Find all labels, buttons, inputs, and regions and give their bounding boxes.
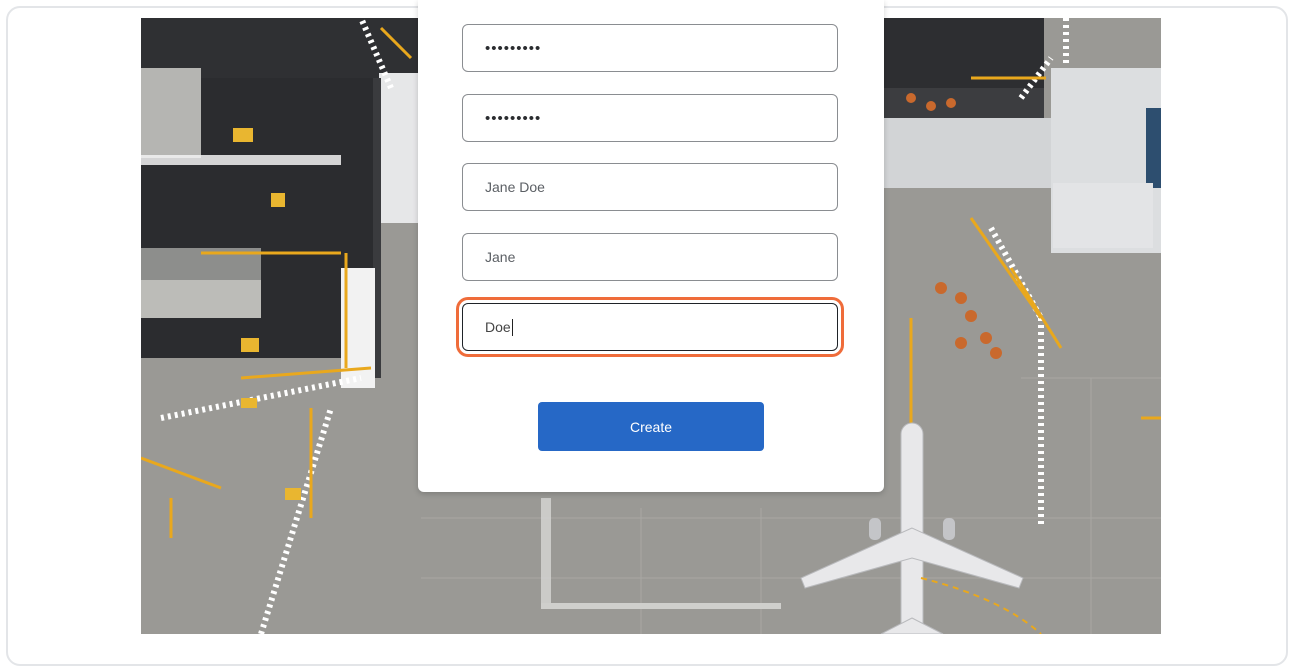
display-name-value: Jane Doe — [485, 179, 545, 195]
first-name-value: Jane — [485, 249, 516, 265]
password-value: ••••••••• — [485, 39, 542, 57]
create-account-card: ••••••••• ••••••••• Jane Doe Jane Doe Cr… — [418, 0, 884, 492]
confirm-password-value: ••••••••• — [485, 109, 542, 127]
display-name-input[interactable]: Jane Doe — [462, 163, 838, 211]
text-cursor — [511, 318, 513, 336]
password-input[interactable]: ••••••••• — [462, 24, 838, 72]
last-name-value: Doe — [485, 319, 511, 335]
first-name-input[interactable]: Jane — [462, 233, 838, 281]
last-name-input[interactable]: Doe — [462, 303, 838, 351]
create-button-label: Create — [629, 418, 673, 435]
confirm-password-input[interactable]: ••••••••• — [462, 94, 838, 142]
create-button[interactable]: Create — [538, 402, 764, 451]
